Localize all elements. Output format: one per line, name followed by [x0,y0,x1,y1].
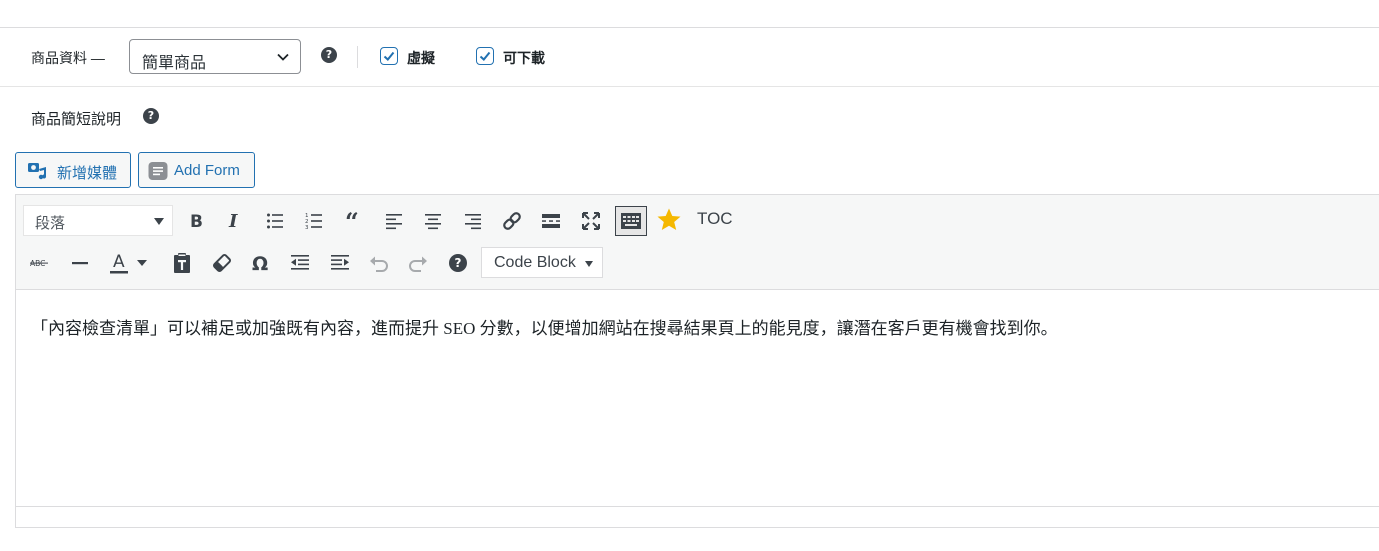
help-icon: ? [449,254,467,272]
svg-text:3: 3 [305,225,309,231]
help-icon[interactable]: ? [143,108,159,124]
section-divider [0,86,1379,87]
checkmark-icon [383,51,395,61]
toolbar-toggle-icon [621,213,641,229]
fullscreen-icon [582,212,600,230]
star-icon [657,208,681,230]
link-icon [503,212,521,230]
checkmark-icon [479,51,491,61]
align-right-button[interactable] [459,207,487,235]
fullscreen-button[interactable] [577,207,605,235]
indent-icon [331,255,349,270]
help-button[interactable]: ? [444,249,472,277]
virtual-checkbox-label[interactable]: 虛擬 [407,48,435,68]
clear-formatting-icon [212,253,232,273]
format-select-value: 段落 [35,215,66,232]
svg-text:A: A [113,252,125,272]
text-color-button[interactable]: A [105,249,133,277]
product-type-value: 簡單商品 [142,55,207,72]
align-left-icon [386,214,402,230]
special-character-icon: Ω [252,253,268,274]
outdent-button[interactable] [286,249,314,277]
dropdown-arrow-icon [154,218,164,225]
help-icon[interactable]: ? [321,47,337,63]
undo-icon [370,256,388,272]
svg-text:I: I [228,211,238,231]
numbered-list-button[interactable]: 1 2 3 [300,207,328,235]
text-color-icon: A [110,252,128,274]
product-type-select[interactable]: 簡單商品 [129,39,301,74]
add-form-button[interactable]: Add Form [138,152,255,188]
dropdown-arrow-icon [585,261,593,267]
editor-content[interactable]: 「內容檢查清單」可以補足或加強既有內容，進而提升 SEO 分數，以便增加網站在搜… [31,314,1058,339]
bold-icon: B [190,212,203,231]
redo-button[interactable] [404,249,432,277]
short-description-title: 商品簡短說明 [31,111,122,128]
svg-text:Ω: Ω [252,253,268,274]
paste-text-icon [174,253,190,273]
align-right-icon [465,214,481,230]
toolbar-toggle-button[interactable] [615,206,647,236]
horizontal-line-button[interactable] [66,249,94,277]
indent-button[interactable] [326,249,354,277]
align-center-icon [425,214,441,230]
editor-statusbar [16,506,1379,527]
horizontal-line-icon [72,262,88,265]
paste-text-button[interactable] [168,249,196,277]
chevron-down-icon [277,53,289,61]
code-block-select-value: Code Block [494,254,576,271]
bulleted-list-icon [267,213,283,229]
editor-toolbar: 段落 B I 1 2 3 “ TOC ABC A Ω ? Code Block [16,195,1379,290]
form-icon [148,162,168,180]
outdent-icon [291,255,309,270]
blockquote-button[interactable]: “ [340,207,368,235]
add-media-icon [28,163,47,180]
read-more-button[interactable] [537,207,565,235]
read-more-icon [542,214,560,228]
add-media-button[interactable]: 新增媒體 [15,152,131,188]
bulleted-list-button[interactable] [261,207,289,235]
add-media-label: 新增媒體 [57,165,118,182]
italic-icon: I [228,211,238,231]
divider [357,46,358,68]
code-block-select[interactable]: Code Block [481,247,603,278]
link-button[interactable] [498,207,526,235]
align-left-button[interactable] [380,207,408,235]
blockquote-icon: “ [345,211,359,231]
product-data-row: 商品資料 — 簡單商品 ? 虛擬 可下載 [0,38,1379,76]
redo-icon [409,256,427,272]
virtual-checkbox[interactable] [380,47,398,65]
align-center-button[interactable] [419,207,447,235]
special-character-button[interactable]: Ω [247,249,275,277]
star-button[interactable] [655,206,683,234]
product-data-label: 商品資料 — [31,50,105,66]
add-form-label: Add Form [174,162,240,179]
strikethrough-button[interactable]: ABC [26,249,54,277]
strikethrough-icon: ABC [30,259,48,268]
downloadable-checkbox[interactable] [476,47,494,65]
text-color-dropdown[interactable] [134,249,150,277]
numbered-list-icon: 1 2 3 [305,213,322,231]
downloadable-checkbox-label[interactable]: 可下載 [503,48,545,68]
top-divider [0,27,1379,28]
toc-button[interactable]: TOC [697,209,733,229]
dropdown-arrow-icon [137,260,147,266]
italic-button[interactable]: I [221,207,249,235]
bold-button[interactable]: B [182,207,210,235]
format-select[interactable]: 段落 [23,205,173,236]
short-description-editor: 段落 B I 1 2 3 “ TOC ABC A Ω ? Code Block … [15,194,1379,528]
clear-formatting-button[interactable] [208,249,236,277]
undo-button[interactable] [365,249,393,277]
svg-text:B: B [190,212,203,231]
svg-text:“: “ [345,211,359,231]
